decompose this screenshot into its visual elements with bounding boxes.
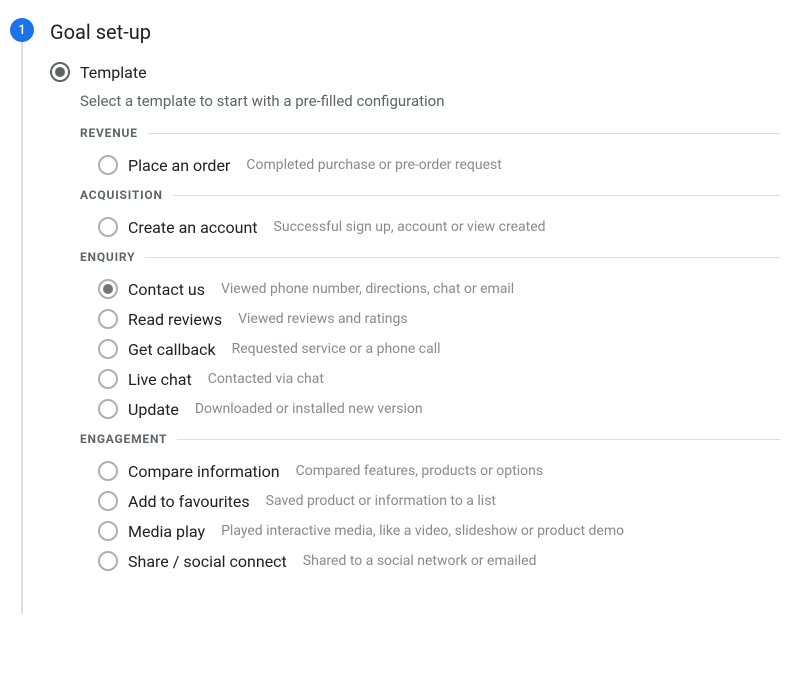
option-radio[interactable] [98,491,118,511]
option-radio[interactable] [98,155,118,175]
category-header: REVENUE [80,126,780,140]
option-radio[interactable] [98,521,118,541]
divider-line [145,257,780,258]
option-label: Compare information [128,462,280,481]
template-radio[interactable] [50,62,70,82]
option-description: Shared to a social network or emailed [303,553,537,569]
category-header: ACQUISITION [80,188,780,202]
category-label: ACQUISITION [80,188,163,202]
category-group: ENQUIRY Contact us Viewed phone number, di… [80,250,780,424]
category-group: REVENUE Place an order Completed purchase … [80,126,780,180]
template-option-row[interactable]: Add to favourites Saved product or inform… [80,486,780,516]
option-label: Share / social connect [128,552,287,571]
category-label: ENQUIRY [80,250,135,264]
divider-line [173,195,780,196]
option-radio[interactable] [98,217,118,237]
option-description: Completed purchase or pre-order request [246,157,501,173]
option-label: Read reviews [128,310,222,329]
option-radio[interactable] [98,461,118,481]
option-radio[interactable] [98,309,118,329]
option-label: Place an order [128,156,230,175]
category-header: ENGAGEMENT [80,432,780,446]
goal-setup-panel: 1 Goal set-up Template Select a template… [0,0,800,614]
option-radio[interactable] [98,339,118,359]
template-label: Template [80,63,147,82]
category-group: ENGAGEMENT Compare information Compared fe… [80,432,780,576]
template-option-row[interactable]: Contact us Viewed phone number, direction… [80,274,780,304]
option-description: Contacted via chat [208,371,324,387]
divider-line [177,439,780,440]
step-connector-line [21,42,23,614]
option-label: Media play [128,522,205,541]
template-radio-row[interactable]: Template [50,62,780,82]
template-option-row[interactable]: Live chat Contacted via chat [80,364,780,394]
option-description: Compared features, products or options [296,463,543,479]
option-label: Create an account [128,218,258,237]
option-label: Contact us [128,280,205,299]
option-description: Played interactive media, like a video, … [221,523,624,539]
option-radio[interactable] [98,279,118,299]
step-number-badge: 1 [10,18,34,42]
category-label: REVENUE [80,126,138,140]
option-label: Update [128,400,179,419]
option-description: Downloaded or installed new version [195,401,423,417]
template-option-row[interactable]: Share / social connect Shared to a social… [80,546,780,576]
option-label: Live chat [128,370,192,389]
template-description: Select a template to start with a pre-fi… [80,92,780,110]
template-option-row[interactable]: Get callback Requested service or a phone… [80,334,780,364]
option-description: Requested service or a phone call [232,341,441,357]
divider-line [148,133,780,134]
template-option-row[interactable]: Read reviews Viewed reviews and ratings [80,304,780,334]
category-group: ACQUISITION Create an account Successful s… [80,188,780,242]
template-option-row[interactable]: Media play Played interactive media, like… [80,516,780,546]
option-radio[interactable] [98,399,118,419]
template-option-row[interactable]: Create an account Successful sign up, acc… [80,212,780,242]
step-title: Goal set-up [50,20,780,44]
option-radio[interactable] [98,369,118,389]
option-description: Saved product or information to a list [266,493,496,509]
category-label: ENGAGEMENT [80,432,167,446]
option-description: Successful sign up, account or view crea… [274,219,546,235]
template-option-row[interactable]: Place an order Completed purchase or pre-… [80,150,780,180]
template-option-row[interactable]: Compare information Compared features, pr… [80,456,780,486]
option-label: Add to favourites [128,492,250,511]
option-label: Get callback [128,340,216,359]
template-option-row[interactable]: Update Downloaded or installed new versio… [80,394,780,424]
option-radio[interactable] [98,551,118,571]
template-section: Template Select a template to start with… [50,62,780,576]
category-header: ENQUIRY [80,250,780,264]
option-description: Viewed reviews and ratings [238,311,407,327]
option-description: Viewed phone number, directions, chat or… [221,281,514,297]
